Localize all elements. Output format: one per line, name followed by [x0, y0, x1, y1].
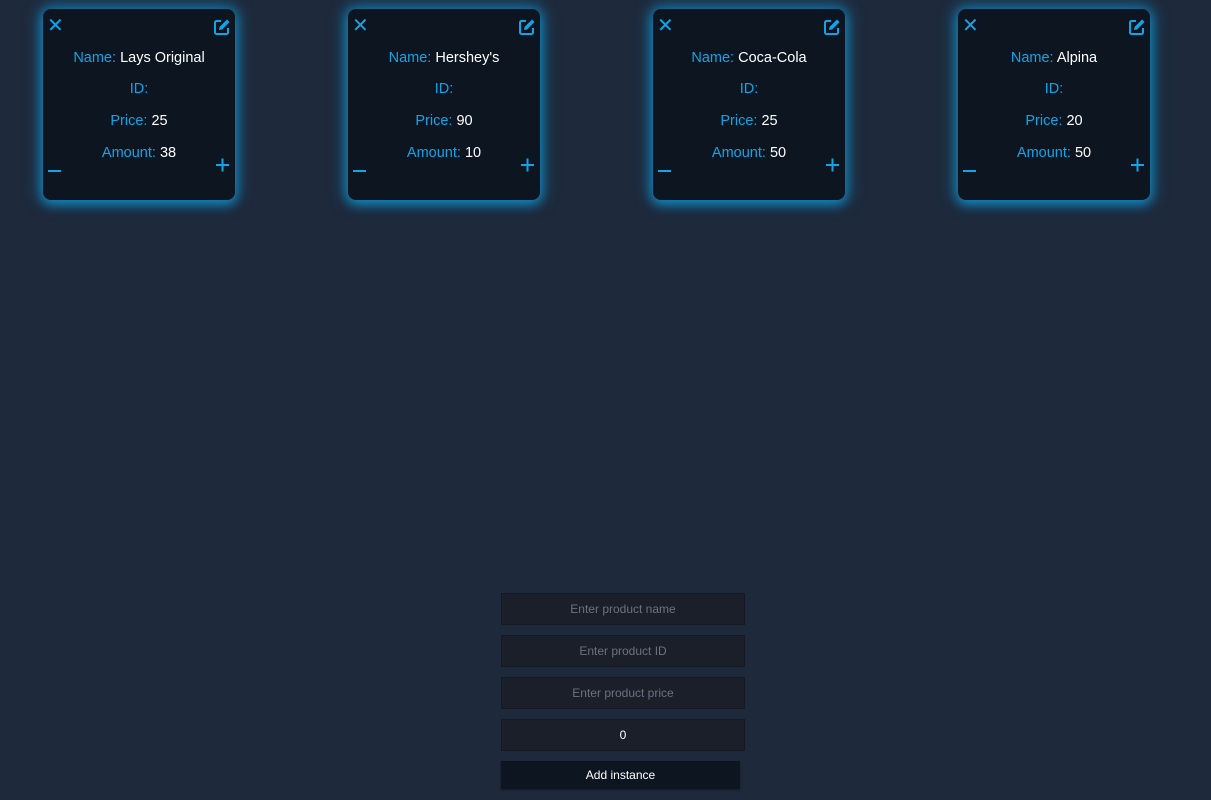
edit-icon[interactable] — [213, 18, 231, 36]
id-label: ID: — [1044, 81, 1064, 97]
product-price: 90 — [456, 113, 473, 129]
product-amount-field: Amount: 50 — [653, 145, 845, 161]
id-label: ID: — [739, 81, 759, 97]
product-name-field: Name: Lays Original — [43, 50, 235, 66]
edit-icon[interactable] — [518, 18, 536, 36]
name-label: Name: — [73, 50, 117, 66]
product-amount-field: Amount: 50 — [958, 145, 1150, 161]
plus-icon[interactable] — [1130, 155, 1146, 175]
add-instance-button[interactable]: Add instance — [501, 761, 740, 789]
product-card: ✕ Name: Hershey's ID: Price: 90 Amount: … — [348, 9, 540, 200]
plus-icon[interactable] — [825, 155, 841, 175]
product-name-field: Name: Coca-Cola — [653, 50, 845, 66]
product-name-field: Name: Alpina — [958, 50, 1150, 66]
product-id-field: ID: — [653, 81, 845, 97]
product-price-input[interactable] — [501, 677, 745, 709]
product-card: ✕ Name: Coca-Cola ID: Price: 25 Amount: … — [653, 9, 845, 200]
product-amount: 38 — [159, 145, 177, 161]
id-label: ID: — [434, 81, 454, 97]
name-label: Name: — [691, 50, 735, 66]
close-icon[interactable]: ✕ — [657, 16, 674, 36]
product-price: 25 — [151, 113, 168, 129]
price-label: Price: — [415, 113, 453, 129]
close-icon[interactable]: ✕ — [352, 16, 369, 36]
plus-icon[interactable] — [520, 155, 536, 175]
minus-icon[interactable] — [352, 161, 368, 181]
minus-icon[interactable] — [47, 161, 63, 181]
product-amount-input[interactable] — [501, 719, 745, 751]
plus-icon[interactable] — [215, 155, 231, 175]
id-label: ID: — [129, 81, 149, 97]
product-price: 20 — [1066, 113, 1083, 129]
product-price-field: Price: 25 — [43, 113, 235, 129]
product-amount-field: Amount: 10 — [348, 145, 540, 161]
product-id-field: ID: — [958, 81, 1150, 97]
product-name: Lays Original — [120, 50, 205, 66]
price-label: Price: — [110, 113, 148, 129]
price-label: Price: — [1025, 113, 1063, 129]
edit-icon[interactable] — [823, 18, 841, 36]
product-id-field: ID: — [348, 81, 540, 97]
product-price-field: Price: 20 — [958, 113, 1150, 129]
price-label: Price: — [720, 113, 758, 129]
name-label: Name: — [1010, 50, 1054, 66]
amount-label: Amount: — [711, 145, 766, 161]
product-name: Alpina — [1056, 50, 1098, 66]
product-name-input[interactable] — [501, 593, 745, 625]
minus-icon[interactable] — [657, 161, 673, 181]
minus-icon[interactable] — [962, 161, 978, 181]
product-amount: 10 — [464, 145, 482, 161]
product-price: 25 — [761, 113, 778, 129]
product-name: Hershey's — [435, 50, 500, 66]
product-id-input[interactable] — [501, 635, 745, 667]
product-amount-field: Amount: 38 — [43, 145, 235, 161]
amount-label: Amount: — [406, 145, 461, 161]
close-icon[interactable]: ✕ — [47, 16, 64, 36]
product-price-field: Price: 90 — [348, 113, 540, 129]
amount-label: Amount: — [101, 145, 156, 161]
add-product-form: Add instance — [501, 593, 745, 789]
product-card: ✕ Name: Alpina ID: Price: 20 Amount: 50 — [958, 9, 1150, 200]
product-name: Coca-Cola — [738, 50, 807, 66]
product-price-field: Price: 25 — [653, 113, 845, 129]
product-name-field: Name: Hershey's — [348, 50, 540, 66]
edit-icon[interactable] — [1128, 18, 1146, 36]
product-id-field: ID: — [43, 81, 235, 97]
product-amount: 50 — [769, 145, 787, 161]
product-card: ✕ Name: Lays Original ID: Price: 25 Amou… — [43, 9, 235, 200]
close-icon[interactable]: ✕ — [962, 16, 979, 36]
product-amount: 50 — [1074, 145, 1092, 161]
amount-label: Amount: — [1016, 145, 1071, 161]
name-label: Name: — [388, 50, 432, 66]
